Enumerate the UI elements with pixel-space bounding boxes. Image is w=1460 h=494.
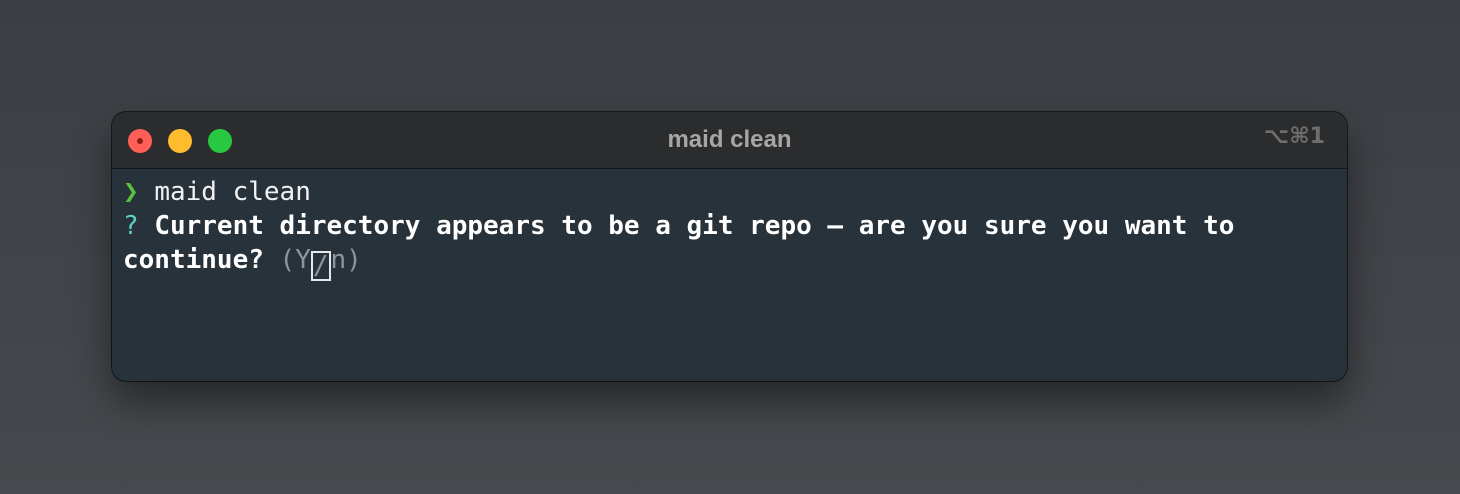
- prompt-chevron-icon: ❯: [123, 177, 139, 207]
- answer-hint-close: n): [330, 245, 362, 275]
- text-cursor[interactable]: /: [310, 251, 331, 281]
- command-line: ❯ maid clean: [123, 175, 1347, 209]
- answer-hint-open: (Y: [279, 245, 311, 275]
- terminal-output[interactable]: ❯ maid clean ? Current directory appears…: [112, 169, 1347, 281]
- title-bar[interactable]: maid clean ⌥⌘1: [112, 112, 1347, 169]
- question-continue-text: continue?: [123, 245, 264, 275]
- question-text: Current directory appears to be a git re…: [154, 211, 1235, 241]
- question-mark: ?: [123, 211, 139, 241]
- window-shortcut: ⌥⌘1: [1263, 124, 1325, 149]
- question-line-1: ? Current directory appears to be a git …: [123, 209, 1347, 243]
- command-text: maid clean: [154, 177, 311, 207]
- terminal-window: maid clean ⌥⌘1 ❯ maid clean ? Current di…: [112, 112, 1347, 381]
- question-line-2: continue? (Y/n): [123, 243, 1347, 281]
- window-title: maid clean: [667, 126, 792, 153]
